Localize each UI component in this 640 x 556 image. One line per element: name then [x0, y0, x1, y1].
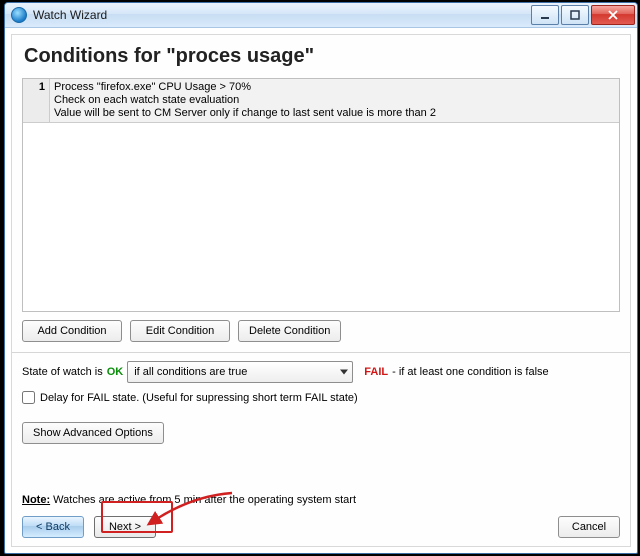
back-button[interactable]: < Back — [22, 516, 84, 538]
maximize-button[interactable] — [561, 5, 589, 25]
close-icon — [608, 10, 618, 20]
delay-label: Delay for FAIL state. (Useful for supres… — [40, 392, 358, 404]
nav-row: < Back Next > Cancel — [22, 516, 620, 538]
conditions-list[interactable]: 1 Process "firefox.exe" CPU Usage > 70% … — [22, 78, 620, 312]
state-ok-label: OK — [107, 366, 124, 378]
note-line: Note: Watches are active from 5 min afte… — [22, 494, 356, 506]
state-combo[interactable]: if all conditions are true — [127, 361, 353, 383]
next-button[interactable]: Next > — [94, 516, 156, 538]
maximize-icon — [570, 10, 580, 20]
note-text: Watches are active from 5 min after the … — [53, 494, 356, 506]
add-condition-button[interactable]: Add Condition — [22, 320, 122, 342]
minimize-icon — [540, 10, 550, 20]
separator — [12, 352, 630, 353]
minimize-button[interactable] — [531, 5, 559, 25]
delay-checkbox[interactable] — [22, 391, 35, 404]
window-title: Watch Wizard — [33, 8, 107, 22]
app-icon — [11, 7, 27, 23]
window-buttons — [529, 5, 635, 25]
condition-button-row: Add Condition Edit Condition Delete Cond… — [22, 320, 620, 342]
condition-line: Check on each watch state evaluation — [54, 94, 436, 107]
edit-condition-button[interactable]: Edit Condition — [130, 320, 230, 342]
client-area: Conditions for "proces usage" 1 Process … — [11, 34, 631, 547]
delay-checkbox-row[interactable]: Delay for FAIL state. (Useful for supres… — [22, 391, 620, 404]
state-line: State of watch is OK if all conditions a… — [22, 361, 620, 383]
delete-condition-button[interactable]: Delete Condition — [238, 320, 341, 342]
condition-row[interactable]: 1 Process "firefox.exe" CPU Usage > 70% … — [23, 79, 619, 123]
state-prefix: State of watch is — [22, 366, 103, 378]
wizard-window: Watch Wizard Conditions for "proces usag… — [4, 2, 638, 554]
close-button[interactable] — [591, 5, 635, 25]
condition-line: Value will be sent to CM Server only if … — [54, 107, 436, 120]
cancel-button[interactable]: Cancel — [558, 516, 620, 538]
chevron-down-icon — [340, 370, 348, 375]
page-title: Conditions for "proces usage" — [24, 45, 620, 68]
note-label: Note: — [22, 494, 50, 506]
state-suffix: - if at least one condition is false — [392, 366, 549, 378]
condition-line: Process "firefox.exe" CPU Usage > 70% — [54, 81, 436, 94]
condition-text: Process "firefox.exe" CPU Usage > 70% Ch… — [50, 79, 440, 122]
state-combo-value: if all conditions are true — [134, 366, 247, 378]
state-fail-label: FAIL — [364, 366, 388, 378]
condition-number: 1 — [23, 79, 50, 122]
show-advanced-button[interactable]: Show Advanced Options — [22, 422, 164, 444]
titlebar[interactable]: Watch Wizard — [5, 3, 637, 28]
advanced-row: Show Advanced Options — [22, 422, 620, 444]
